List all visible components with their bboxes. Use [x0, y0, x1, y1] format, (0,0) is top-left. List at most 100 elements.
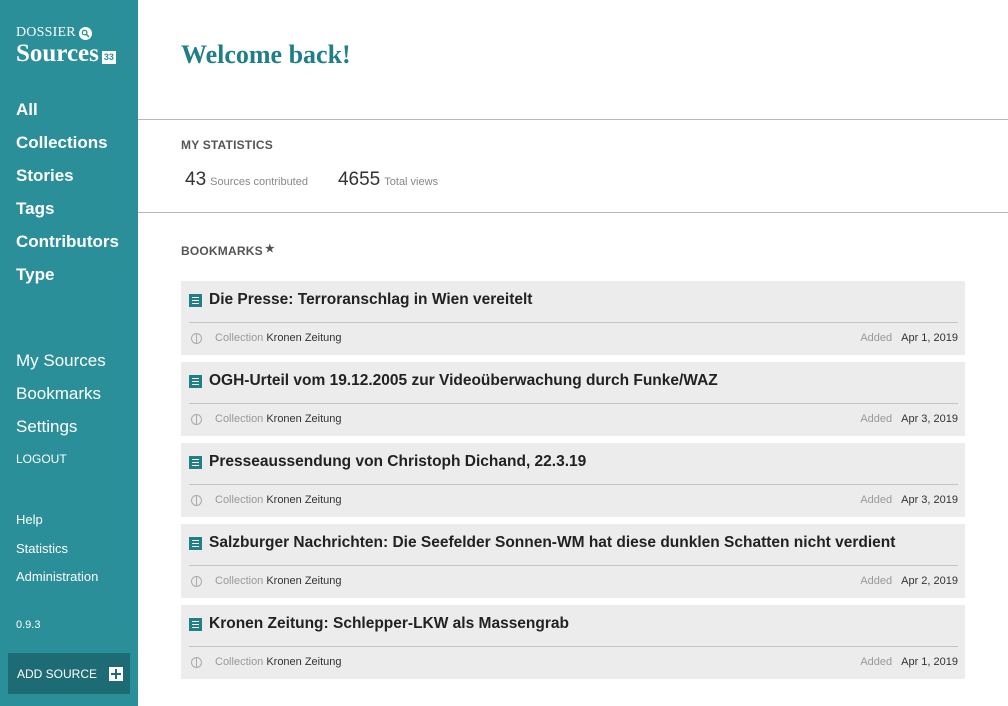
document-icon	[189, 293, 202, 307]
nav-item-statistics[interactable]: Statistics	[16, 540, 98, 569]
document-icon	[189, 617, 202, 631]
collection-name[interactable]: Kronen Zeitung	[266, 413, 341, 425]
bookmarks-heading: BOOKMARKS ★	[181, 243, 275, 258]
statistics-row: 43 Sources contributed 4655 Total views	[185, 169, 468, 191]
bookmark-collection: Collection Kronen Zeitung	[191, 332, 342, 344]
logo-top-text: DOSSIER	[16, 25, 76, 40]
globe-icon	[191, 494, 202, 506]
logo-main-text: Sources	[16, 40, 99, 67]
added-date: Apr 2, 2019	[901, 575, 958, 587]
added-label: Added	[860, 413, 893, 425]
divider	[138, 212, 1008, 213]
added-date: Apr 3, 2019	[901, 494, 958, 506]
nav-item-stories[interactable]: Stories	[16, 165, 119, 198]
collection-name[interactable]: Kronen Zeitung	[266, 494, 341, 506]
bookmark-added: Added Apr 3, 2019	[860, 494, 958, 506]
star-icon: ★	[264, 243, 275, 255]
version-label: 0.9.3	[16, 619, 41, 631]
globe-icon	[191, 413, 202, 425]
bookmark-collection: Collection Kronen Zeitung	[191, 575, 342, 587]
page-title: Welcome back!	[181, 40, 351, 69]
sources-contributed-value: 43	[185, 169, 207, 190]
bookmarks-heading-label: BOOKMARKS	[181, 244, 263, 258]
plus-icon	[109, 666, 124, 681]
bookmark-card[interactable]: OGH-Urteil vom 19.12.2005 zur Videoüberw…	[181, 362, 965, 436]
bookmark-title[interactable]: Salzburger Nachrichten: Die Seefelder So…	[209, 534, 895, 552]
added-date: Apr 1, 2019	[901, 656, 958, 668]
added-date: Apr 1, 2019	[901, 332, 958, 344]
collection-label: Collection	[215, 656, 264, 668]
added-label: Added	[860, 332, 893, 344]
bookmark-card[interactable]: Die Presse: Terroranschlag in Wien verei…	[181, 281, 965, 355]
bookmark-title[interactable]: OGH-Urteil vom 19.12.2005 zur Videoüberw…	[209, 372, 718, 390]
bookmark-title[interactable]: Die Presse: Terroranschlag in Wien verei…	[209, 291, 532, 309]
add-source-label: ADD SOURCE	[17, 666, 98, 681]
bookmark-collection: Collection Kronen Zeitung	[191, 656, 342, 668]
logo-badge: 33	[101, 50, 116, 64]
statistics-heading: MY STATISTICS	[181, 138, 273, 152]
bookmark-title[interactable]: Kronen Zeitung: Schlepper-LKW als Massen…	[209, 615, 569, 633]
document-icon	[189, 374, 202, 388]
user-nav: My Sources Bookmarks Settings LOGOUT	[16, 350, 106, 469]
bookmark-title[interactable]: Presseaussendung von Christoph Dichand, …	[209, 453, 586, 471]
bookmark-title-row[interactable]: Salzburger Nachrichten: Die Seefelder So…	[189, 534, 895, 552]
nav-item-settings[interactable]: Settings	[16, 416, 106, 449]
globe-icon	[191, 656, 202, 668]
bookmark-title-row[interactable]: OGH-Urteil vom 19.12.2005 zur Videoüberw…	[189, 372, 718, 390]
bookmark-list: Die Presse: Terroranschlag in Wien verei…	[181, 281, 965, 686]
bookmark-collection: Collection Kronen Zeitung	[191, 413, 342, 425]
nav-item-tags[interactable]: Tags	[16, 198, 119, 231]
collection-label: Collection	[215, 575, 264, 587]
bookmark-added: Added Apr 3, 2019	[860, 413, 958, 425]
divider	[189, 322, 958, 323]
divider	[189, 646, 958, 647]
total-views-label: Total views	[384, 176, 439, 188]
main-nav: All Collections Stories Tags Contributor…	[16, 99, 119, 297]
bookmark-title-row[interactable]: Die Presse: Terroranschlag in Wien verei…	[189, 291, 532, 309]
collection-name[interactable]: Kronen Zeitung	[266, 656, 341, 668]
bookmark-card[interactable]: Kronen Zeitung: Schlepper-LKW als Massen…	[181, 605, 965, 679]
nav-item-bookmarks[interactable]: Bookmarks	[16, 383, 106, 416]
bookmark-added: Added Apr 2, 2019	[860, 575, 958, 587]
added-label: Added	[860, 575, 893, 587]
bookmark-card[interactable]: Salzburger Nachrichten: Die Seefelder So…	[181, 524, 965, 598]
sources-contributed-label: Sources contributed	[210, 176, 308, 188]
added-date: Apr 3, 2019	[901, 413, 958, 425]
divider	[189, 484, 958, 485]
sidebar: DOSSIER Sources 33 All Collections Stori…	[0, 0, 138, 706]
magnifier-icon	[78, 26, 92, 40]
nav-item-all[interactable]: All	[16, 99, 119, 132]
added-label: Added	[860, 656, 893, 668]
divider	[138, 119, 1008, 120]
globe-icon	[191, 332, 202, 344]
collection-label: Collection	[215, 413, 264, 425]
document-icon	[189, 455, 202, 469]
add-source-button[interactable]: ADD SOURCE	[8, 653, 130, 694]
bookmark-card[interactable]: Presseaussendung von Christoph Dichand, …	[181, 443, 965, 517]
added-label: Added	[860, 494, 893, 506]
extra-nav: Help Statistics Administration	[16, 511, 98, 597]
collection-label: Collection	[215, 332, 264, 344]
main-content: Welcome back! MY STATISTICS 43 Sources c…	[138, 0, 1008, 706]
nav-item-type[interactable]: Type	[16, 264, 119, 297]
nav-item-administration[interactable]: Administration	[16, 568, 98, 597]
bookmark-added: Added Apr 1, 2019	[860, 332, 958, 344]
globe-icon	[191, 575, 202, 587]
collection-name[interactable]: Kronen Zeitung	[266, 575, 341, 587]
logout-link[interactable]: LOGOUT	[16, 449, 106, 469]
collection-label: Collection	[215, 494, 264, 506]
bookmark-title-row[interactable]: Presseaussendung von Christoph Dichand, …	[189, 453, 586, 471]
bookmark-title-row[interactable]: Kronen Zeitung: Schlepper-LKW als Massen…	[189, 615, 569, 633]
nav-item-collections[interactable]: Collections	[16, 132, 119, 165]
total-views-value: 4655	[337, 169, 381, 190]
bookmark-collection: Collection Kronen Zeitung	[191, 494, 342, 506]
bookmark-added: Added Apr 1, 2019	[860, 656, 958, 668]
divider	[189, 565, 958, 566]
collection-name[interactable]: Kronen Zeitung	[266, 332, 341, 344]
app-logo[interactable]: DOSSIER Sources 33	[16, 26, 116, 67]
nav-item-contributors[interactable]: Contributors	[16, 231, 119, 264]
divider	[189, 403, 958, 404]
nav-item-help[interactable]: Help	[16, 511, 98, 540]
nav-item-my-sources[interactable]: My Sources	[16, 350, 106, 383]
document-icon	[189, 536, 202, 550]
